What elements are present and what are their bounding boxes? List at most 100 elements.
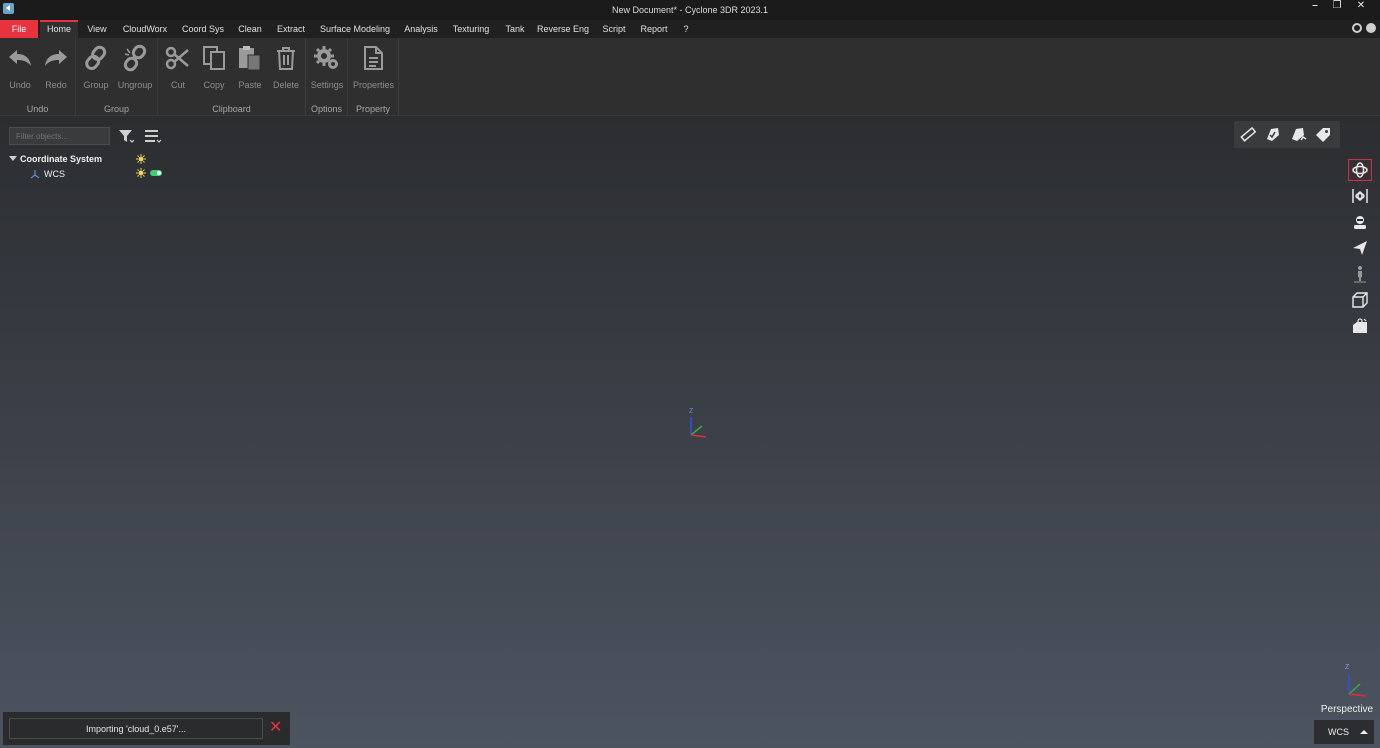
group-label: Group — [83, 80, 109, 90]
settings-label: Settings — [310, 80, 344, 90]
scissors-icon — [165, 46, 189, 70]
menu-tank[interactable]: Tank — [502, 20, 528, 38]
group-label-undo: Undo — [26, 104, 49, 114]
ungroup-button[interactable]: Ungroup — [115, 42, 155, 92]
paste-label: Paste — [238, 80, 262, 90]
menu-extract[interactable]: Extract — [274, 20, 308, 38]
coordinate-system-value: WCS — [1328, 727, 1349, 737]
menu-bar: File Home View CloudWorx Coord Sys Clean… — [0, 20, 1380, 38]
account-icon[interactable] — [1366, 23, 1376, 33]
ungroup-label: Ungroup — [117, 80, 153, 90]
import-progress-panel: Importing 'cloud_0.e57'... ✕ — [3, 712, 290, 745]
projection-label[interactable]: Perspective — [1314, 704, 1380, 715]
ribbon-group-undo: Undo Redo Undo — [0, 38, 76, 116]
ribbon: Undo Redo Undo Group Ungroup Group Cut C… — [0, 38, 1380, 116]
orientation-axes-icon — [1348, 674, 1367, 697]
walker-icon — [1354, 266, 1366, 283]
ribbon-group-property: Properties Property — [348, 38, 399, 116]
redo-icon — [45, 50, 67, 66]
minimize-button[interactable]: – — [1304, 0, 1326, 20]
menu-texturing[interactable]: Texturing — [450, 20, 492, 38]
menu-surface-modeling[interactable]: Surface Modeling — [317, 20, 393, 38]
filter-icon[interactable] — [118, 128, 134, 144]
copy-button[interactable]: Copy — [194, 42, 234, 92]
group-button[interactable]: Group — [76, 42, 116, 92]
cancel-import-button[interactable]: ✕ — [269, 718, 282, 738]
close-button[interactable]: ✕ — [1350, 0, 1372, 20]
examine-button[interactable] — [1348, 211, 1372, 233]
render-settings-button[interactable] — [1348, 315, 1372, 337]
person-view-icon — [1354, 216, 1366, 229]
menu-home[interactable]: Home — [40, 20, 78, 38]
menu-help[interactable]: ? — [680, 20, 692, 38]
paste-button[interactable]: Paste — [230, 42, 270, 92]
menu-view[interactable]: View — [84, 20, 110, 38]
gear-icon — [314, 46, 338, 69]
delete-button[interactable]: Delete — [266, 42, 306, 92]
walk-button[interactable] — [1348, 263, 1372, 285]
redo-button[interactable]: Redo — [36, 42, 76, 92]
redo-label: Redo — [45, 80, 67, 90]
list-options-icon[interactable] — [144, 128, 162, 144]
properties-button[interactable]: Properties — [353, 42, 395, 92]
restore-button[interactable]: ❐ — [1326, 0, 1348, 20]
menu-analysis[interactable]: Analysis — [401, 20, 441, 38]
viewport-top-toolbar — [1234, 121, 1340, 148]
copy-label: Copy — [203, 80, 225, 90]
menu-script[interactable]: Script — [599, 20, 629, 38]
orbit-icon — [1352, 162, 1368, 178]
pan-zoom-button[interactable] — [1348, 185, 1372, 207]
menu-cloudworx[interactable]: CloudWorx — [119, 20, 171, 38]
undo-icon — [9, 50, 31, 66]
ribbon-group-group: Group Ungroup Group — [76, 38, 158, 116]
group-label-options: Options — [310, 104, 343, 114]
cut-button[interactable]: Cut — [158, 42, 198, 92]
undo-label: Undo — [9, 80, 31, 90]
properties-label: Properties — [353, 80, 395, 90]
ruler-icon[interactable] — [1240, 126, 1256, 142]
window-title: New Document* - Cyclone 3DR 2023.1 — [611, 5, 769, 15]
filter-objects-input[interactable] — [9, 127, 110, 145]
refresh-icon[interactable] — [1352, 23, 1362, 33]
visibility-light-icon[interactable] — [136, 168, 146, 178]
view-cube-button[interactable] — [1348, 289, 1372, 311]
trash-icon — [277, 47, 295, 70]
document-icon — [364, 46, 383, 70]
label-tag-icon[interactable] — [1314, 126, 1332, 142]
delete-label: Delete — [272, 80, 299, 90]
group-label-clipboard: Clipboard — [212, 104, 251, 114]
menu-coord-sys[interactable]: Coord Sys — [180, 20, 226, 38]
settings-button[interactable]: Settings — [307, 42, 347, 92]
scene-origin-axes: Z — [686, 408, 712, 442]
tag-edit-icon[interactable] — [1289, 126, 1307, 142]
undo-button[interactable]: Undo — [0, 42, 40, 92]
tree-item-label: WCS — [44, 169, 65, 179]
group-label-group: Group — [103, 104, 129, 114]
fit-view-icon — [1352, 189, 1368, 203]
axes-gizmo-icon — [690, 417, 707, 438]
caret-up-icon — [1360, 730, 1368, 734]
view-orientation-gizmo: Z — [1340, 664, 1370, 700]
ribbon-group-clipboard: Cut Copy Paste Delete Clipboard — [158, 38, 306, 116]
copy-icon — [203, 46, 225, 70]
orbit-navigation-button[interactable] — [1348, 159, 1372, 181]
menu-clean[interactable]: Clean — [236, 20, 264, 38]
render-box-icon — [1353, 318, 1367, 333]
group-label-property: Property — [355, 104, 390, 114]
tag-check-icon[interactable] — [1264, 126, 1282, 142]
link-icon — [85, 45, 107, 71]
wcs-visibility-toggle[interactable] — [150, 170, 162, 176]
title-bar: New Document* - Cyclone 3DR 2023.1 – ❐ ✕ — [0, 0, 1380, 20]
menu-reverse-eng[interactable]: Reverse Eng — [536, 20, 590, 38]
cut-label: Cut — [170, 80, 185, 90]
import-status-text: Importing 'cloud_0.e57'... — [9, 718, 263, 739]
tree-item-label: Coordinate System — [20, 154, 103, 164]
menu-file[interactable]: File — [0, 20, 38, 38]
chevron-down-icon[interactable] — [9, 156, 17, 161]
visibility-light-icon[interactable] — [136, 154, 146, 164]
menu-report[interactable]: Report — [637, 20, 671, 38]
cube-icon — [1352, 292, 1368, 308]
ribbon-group-options: Settings Options — [306, 38, 348, 116]
coordinate-system-selector[interactable]: WCS — [1314, 720, 1374, 744]
fly-button[interactable] — [1348, 237, 1372, 259]
